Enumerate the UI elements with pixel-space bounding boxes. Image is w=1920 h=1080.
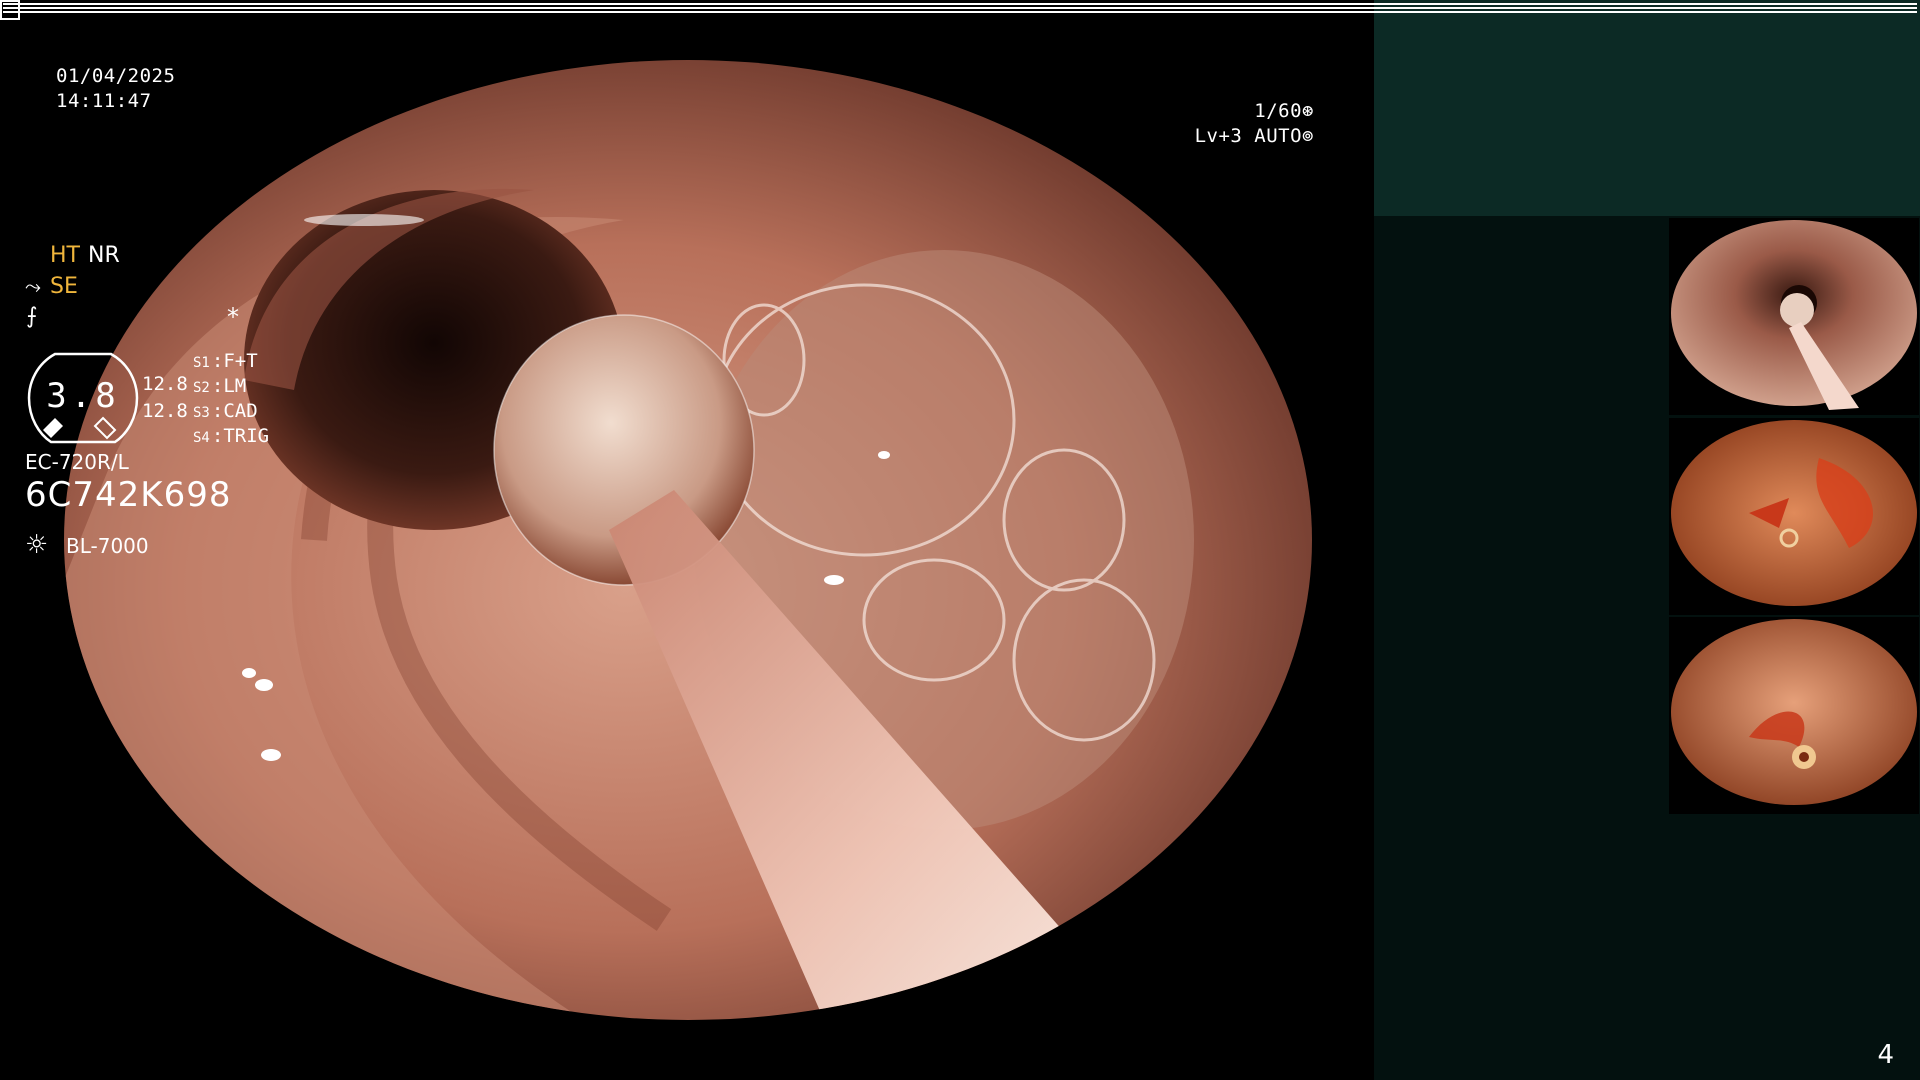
switch-key: S4	[193, 430, 210, 446]
light-source-label: BL-7000	[66, 534, 149, 558]
asterisk-marker: *	[227, 303, 239, 331]
grid-icon	[0, 0, 1917, 20]
switch-key: S3	[193, 405, 210, 421]
panel-header-area	[1374, 0, 1920, 216]
datetime-display: 01/04/2025 14:11:47	[56, 64, 175, 114]
time-text: 14:11:47	[56, 90, 152, 112]
exposure-readout: 1/60⊛ Lv+3 AUTO⊚	[1195, 99, 1314, 149]
switch-s1: S1:F+T	[193, 350, 258, 372]
sharpness-icon: ⨍	[26, 304, 38, 329]
endoscope-image	[64, 60, 1312, 1020]
aperture-icon: ⊛	[1302, 100, 1314, 122]
switch-s4: S4:TRIG	[193, 425, 270, 447]
capture-thumbnail-1[interactable]	[1669, 218, 1919, 415]
scope-model: EC-720R/L	[25, 450, 129, 474]
shutter-speed-text: 1/60	[1254, 100, 1303, 122]
capture-thumbnail-2[interactable]	[1669, 418, 1919, 615]
switch-s3: S3:CAD	[193, 400, 258, 422]
scope-serial: 6C742K698	[25, 475, 232, 515]
page-number: 4	[1877, 1040, 1894, 1070]
switch-s2: S2:LM	[193, 375, 247, 397]
iris-mode-text: Lv+3 AUTO	[1194, 125, 1303, 147]
switch-value: F+T	[223, 350, 258, 372]
nr-label: NR	[88, 243, 120, 268]
switch-value: LM	[223, 375, 247, 397]
ht-label: HT	[50, 243, 80, 268]
se-label: SE	[50, 274, 78, 299]
gauge-readout-2: 12.8	[142, 400, 188, 422]
capture-thumbnail-3[interactable]	[1669, 617, 1919, 814]
iris-icon: ⊚	[1302, 125, 1314, 147]
gauge-value: 3.8	[46, 376, 120, 416]
gauge-readout-1: 12.8	[142, 373, 188, 395]
date-text: 01/04/2025	[56, 65, 176, 87]
switch-key: S1	[193, 355, 210, 371]
light-source-icon: ☼	[25, 530, 49, 560]
switch-value: CAD	[223, 400, 258, 422]
switch-key: S2	[193, 380, 210, 396]
settings-readout	[1374, 216, 1670, 1080]
switch-value: TRIG	[223, 425, 270, 447]
structure-enhance-icon: ⤳	[25, 274, 41, 298]
